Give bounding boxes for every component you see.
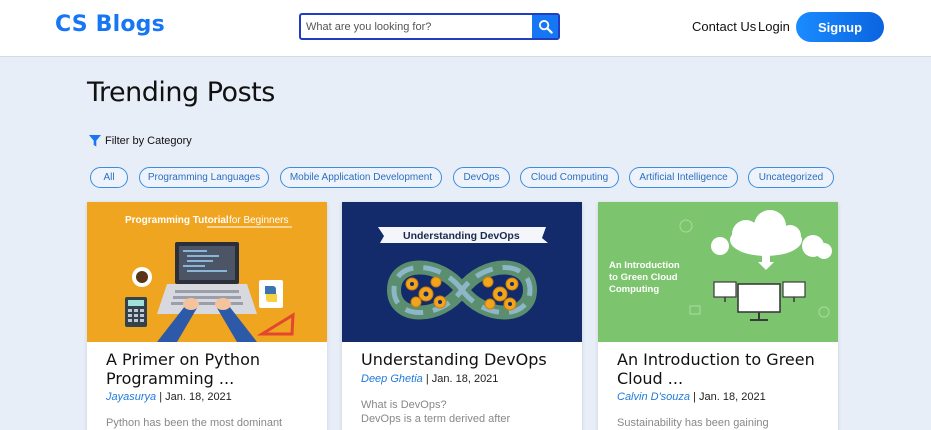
thumb-main-text: Understanding DevOps xyxy=(403,230,520,242)
post-date: Jan. 18, 2021 xyxy=(431,373,499,385)
search-input[interactable] xyxy=(301,15,532,38)
post-date: Jan. 18, 2021 xyxy=(165,391,232,403)
thumb-line1: An Introduction xyxy=(609,260,680,271)
search-bar xyxy=(299,13,560,40)
navbar: CS Blogs Contact Us Login Signup xyxy=(0,0,931,57)
post-excerpt-line2: DevOps is a term derived after xyxy=(361,413,511,425)
post-excerpt: What is DevOps? xyxy=(361,399,447,411)
post-card[interactable]: Understanding DevOps Understanding DevOp… xyxy=(342,202,582,430)
search-icon xyxy=(538,19,553,34)
post-meta: Deep Ghetia | Jan. 18, 2021 xyxy=(361,373,498,385)
post-date: Jan. 18, 2021 xyxy=(699,391,766,403)
chip-devops[interactable]: DevOps xyxy=(453,167,510,188)
chip-mobile-application-development[interactable]: Mobile Application Development xyxy=(280,167,442,188)
filter-label: Filter by Category xyxy=(105,135,192,147)
post-author[interactable]: Calvin D'souza xyxy=(617,391,690,403)
post-thumbnail-devops[interactable]: Understanding DevOps xyxy=(342,202,582,342)
post-title[interactable]: An Introduction to Green Cloud ... xyxy=(617,350,827,388)
filter-by-category[interactable]: Filter by Category xyxy=(89,135,192,147)
thumb-accent-text: for Beginners xyxy=(229,215,288,226)
post-title[interactable]: A Primer on Python Programming ... xyxy=(106,350,316,388)
login-link[interactable]: Login xyxy=(758,19,790,34)
chip-cloud-computing[interactable]: Cloud Computing xyxy=(520,167,619,188)
post-excerpt: Python has been the most dominant xyxy=(106,417,283,429)
signup-button[interactable]: Signup xyxy=(796,12,884,42)
post-meta: Jayasurya | Jan. 18, 2021 xyxy=(106,391,232,403)
thumb-line2: to Green Cloud xyxy=(609,272,678,283)
chip-uncategorized[interactable]: Uncategorized xyxy=(748,167,834,188)
post-title[interactable]: Understanding DevOps xyxy=(361,350,571,369)
post-thumbnail-green-cloud[interactable]: An Introduction to Green Cloud Computing xyxy=(598,202,838,342)
thumb-line3: Computing xyxy=(609,284,659,295)
post-author[interactable]: Deep Ghetia xyxy=(361,373,423,385)
brand-logo[interactable]: CS Blogs xyxy=(55,12,165,37)
post-excerpt: Sustainability has been gaining xyxy=(617,417,769,429)
programming-illustration: Programming Tutorial for Beginners xyxy=(125,215,295,342)
thumb-main-text: Programming Tutorial xyxy=(125,215,229,226)
page-title: Trending Posts xyxy=(87,77,275,108)
post-meta: Calvin D'souza | Jan. 18, 2021 xyxy=(617,391,766,403)
devops-illustration: Understanding DevOps xyxy=(378,227,548,320)
search-button[interactable] xyxy=(532,15,558,38)
post-author[interactable]: Jayasurya xyxy=(106,391,156,403)
post-card[interactable]: Programming Tutorial for Beginners A Pri… xyxy=(87,202,327,430)
post-card[interactable]: An Introduction to Green Cloud Computing xyxy=(598,202,838,430)
chip-all[interactable]: All xyxy=(90,167,128,188)
filter-icon xyxy=(89,135,101,147)
contact-us-link[interactable]: Contact Us xyxy=(692,19,756,34)
green-cloud-illustration: An Introduction to Green Cloud Computing xyxy=(609,210,832,321)
chip-programming-languages[interactable]: Programming Languages xyxy=(139,167,269,188)
post-thumbnail-python[interactable]: Programming Tutorial for Beginners xyxy=(87,202,327,342)
chip-artificial-intelligence[interactable]: Artificial Intelligence xyxy=(629,167,738,188)
